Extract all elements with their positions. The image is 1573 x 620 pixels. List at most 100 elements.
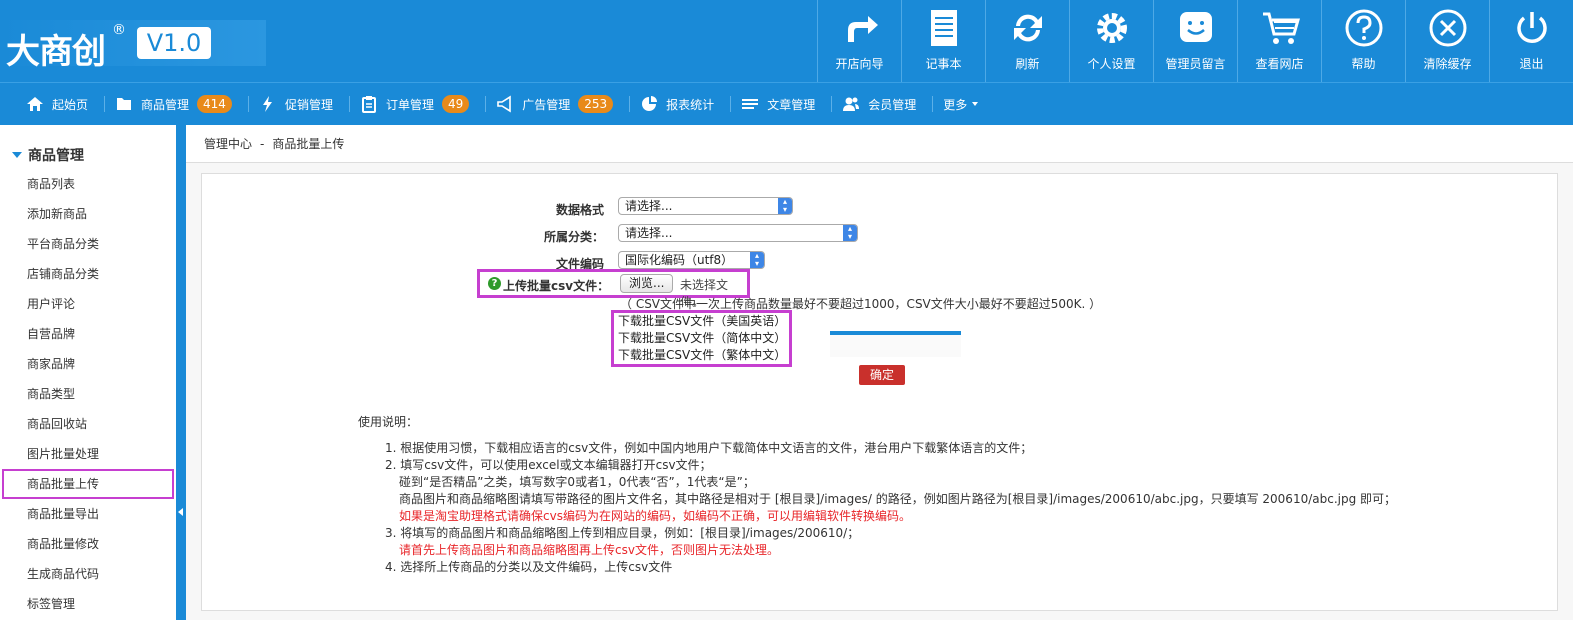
notepad-icon	[930, 10, 957, 46]
upload-label: 上传批量csv文件：	[503, 279, 610, 293]
category-select[interactable]: 请选择... ▴ ▾	[618, 224, 858, 242]
usage-step-2-detail: 碰到“是否精品”之类，填写数字0或者1，0代表“否”，1代表“是”；	[399, 475, 755, 489]
tool-label: 管理员留言	[1165, 57, 1226, 71]
nav-divider	[485, 96, 487, 112]
submit-button[interactable]: 确定	[859, 365, 905, 385]
nav-divider	[104, 96, 106, 112]
upload-panel: 数据格式 请选择... ▴ ▾ 所属分类： 请选择... ▴ ▾ 文件编码 国际化编…	[201, 173, 1558, 611]
nav-divider	[932, 96, 934, 112]
sidebar-item-add-goods[interactable]: 添加新商品	[0, 199, 176, 229]
usage-step-2-warning: 如果是淘宝助理格式请确保cvs编码为在网站的编码，如编码不正确，可以用编辑软件转…	[399, 509, 911, 523]
encoding-select[interactable]: 国际化编码（utf8） ▴ ▾	[618, 251, 765, 269]
usage-title: 使用说明：	[358, 415, 419, 429]
question-icon[interactable]: ?	[488, 277, 501, 290]
progress-area	[830, 335, 961, 357]
sidebar-item-batch-export[interactable]: 商品批量导出	[0, 499, 176, 529]
data-format-value: 请选择...	[625, 199, 673, 213]
tool-shop-guide[interactable]: 开店向导	[817, 0, 901, 82]
breadcrumb-current: 商品批量上传	[272, 137, 345, 151]
usage-step-1: 1. 根据使用习惯，下载相应语言的csv文件，例如中国内地用户下载简体中文语言的…	[385, 441, 1033, 455]
list-icon	[742, 99, 759, 109]
nav-label: 起始页	[52, 97, 89, 112]
sidebar-heading[interactable]: 商品管理	[12, 145, 84, 165]
usage-step-2-detail: 商品图片和商品缩略图请填写带路径的图片文件名，其中路径是相对于 [根目录]/im…	[399, 492, 1397, 506]
nav-item-goods[interactable]: 商品管理 414	[115, 83, 232, 126]
tool-notepad[interactable]: 记事本	[901, 0, 985, 82]
sidebar: 商品管理 商品列表 添加新商品 平台商品分类 店铺商品分类 用户评论 自营品牌 …	[0, 125, 176, 620]
sidebar-item-store-category[interactable]: 店铺商品分类	[0, 259, 176, 289]
sidebar-item-goods-list[interactable]: 商品列表	[0, 169, 176, 199]
caret-down-icon	[972, 102, 979, 106]
sidebar-item-merchant-brands[interactable]: 商家品牌	[0, 349, 176, 379]
nav-item-promotion[interactable]: 促销管理	[259, 83, 333, 126]
gear-icon	[1096, 13, 1127, 43]
tool-personal-settings[interactable]: 个人设置	[1069, 0, 1153, 82]
usage-step-3-warning: 请首先上传商品图片和商品缩略图再上传csv文件，否则图片无法处理。	[399, 543, 779, 557]
tool-label: 退出	[1519, 57, 1544, 71]
browse-button[interactable]: 浏览...	[620, 274, 674, 293]
tool-view-shop[interactable]: 查看网店	[1237, 0, 1321, 82]
sidebar-item-goods-type[interactable]: 商品类型	[0, 379, 176, 409]
logo: 大商创 ® V1.0	[0, 20, 266, 72]
logo-text: 大商创	[6, 32, 106, 72]
nav-label: 会员管理	[868, 97, 917, 112]
nav-item-ads[interactable]: 广告管理 253	[496, 83, 614, 126]
version-badge: V1.0	[137, 27, 211, 59]
tool-label: 查看网店	[1255, 57, 1304, 71]
sidebar-item-user-comments[interactable]: 用户评论	[0, 289, 176, 319]
data-format-select[interactable]: 请选择... ▴ ▾	[618, 197, 793, 215]
nav-divider	[629, 96, 631, 112]
power-icon	[1516, 12, 1547, 43]
tool-label: 清除缓存	[1423, 57, 1472, 71]
data-format-label: 数据格式	[555, 203, 604, 217]
close-circle-icon	[1429, 9, 1466, 47]
sidebar-item-tags[interactable]: 标签管理	[0, 589, 176, 619]
pie-chart-icon	[642, 96, 658, 111]
download-csv-zh-cn-link[interactable]: 下载批量CSV文件（简体中文）	[614, 330, 789, 347]
breadcrumb-root[interactable]: 管理中心	[204, 137, 252, 151]
nav-divider	[348, 96, 350, 112]
refresh-icon	[1013, 14, 1042, 42]
home-icon	[27, 97, 43, 111]
sidebar-item-recycle-bin[interactable]: 商品回收站	[0, 409, 176, 439]
smiley-message-icon	[1179, 12, 1212, 42]
breadcrumb-separator: -	[260, 137, 265, 151]
sidebar-item-own-brands[interactable]: 自营品牌	[0, 319, 176, 349]
sidebar-item-generate-code[interactable]: 生成商品代码	[0, 559, 176, 589]
tool-help[interactable]: 帮助	[1321, 0, 1405, 82]
nav-label: 订单管理	[385, 97, 434, 112]
main-nav: 起始页 商品管理 414 促销管理 订单管理 49 广告管理 253 报表统计 …	[0, 82, 1573, 125]
nav-item-home[interactable]: 起始页	[26, 83, 88, 126]
tool-label: 开店向导	[835, 57, 884, 71]
encoding-value: 国际化编码（utf8）	[625, 253, 734, 267]
nav-item-reports[interactable]: 报表统计	[640, 83, 714, 126]
folder-icon	[117, 98, 132, 110]
download-links: 下载批量CSV文件（美国英语） 下载批量CSV文件（简体中文） 下载批量CSV文…	[611, 310, 792, 367]
nav-item-members[interactable]: 会员管理	[842, 83, 916, 126]
download-csv-zh-tw-link[interactable]: 下载批量CSV文件（繁体中文）	[614, 347, 789, 364]
tool-logout[interactable]: 退出	[1489, 0, 1573, 82]
category-value: 请选择...	[625, 226, 673, 240]
sidebar-item-image-batch[interactable]: 图片批量处理	[0, 439, 176, 469]
tool-clear-cache[interactable]: 清除缓存	[1405, 0, 1489, 82]
count-badge: 414	[197, 95, 232, 113]
nav-item-articles[interactable]: 文章管理	[741, 83, 815, 126]
sidebar-item-platform-category[interactable]: 平台商品分类	[0, 229, 176, 259]
nav-label: 商品管理	[141, 97, 190, 112]
nav-item-orders[interactable]: 订单管理 49	[360, 83, 470, 126]
sidebar-item-batch-edit[interactable]: 商品批量修改	[0, 529, 176, 559]
sidebar-item-batch-upload[interactable]: 商品批量上传	[2, 469, 174, 499]
nav-divider	[247, 96, 249, 112]
select-arrows-icon: ▴ ▾	[843, 225, 857, 241]
usage-instructions: 1. 根据使用习惯，下载相应语言的csv文件，例如中国内地用户下载简体中文语言的…	[385, 440, 1396, 576]
sidebar-menu: 商品列表 添加新商品 平台商品分类 店铺商品分类 用户评论 自营品牌 商家品牌 …	[0, 169, 176, 619]
tool-label: 帮助	[1351, 57, 1376, 71]
nav-item-more[interactable]: 更多	[943, 83, 979, 126]
category-label: 所属分类：	[543, 230, 604, 244]
tool-refresh[interactable]: 刷新	[985, 0, 1069, 82]
sidebar-collapse-rail[interactable]	[176, 125, 186, 620]
usage-step-4: 4. 选择所上传商品的分类以及文件编码，上传csv文件	[385, 560, 673, 574]
select-arrows-icon: ▴ ▾	[778, 198, 792, 214]
tool-admin-message[interactable]: 管理员留言	[1153, 0, 1237, 82]
download-csv-en-link[interactable]: 下载批量CSV文件（美国英语）	[614, 313, 789, 330]
